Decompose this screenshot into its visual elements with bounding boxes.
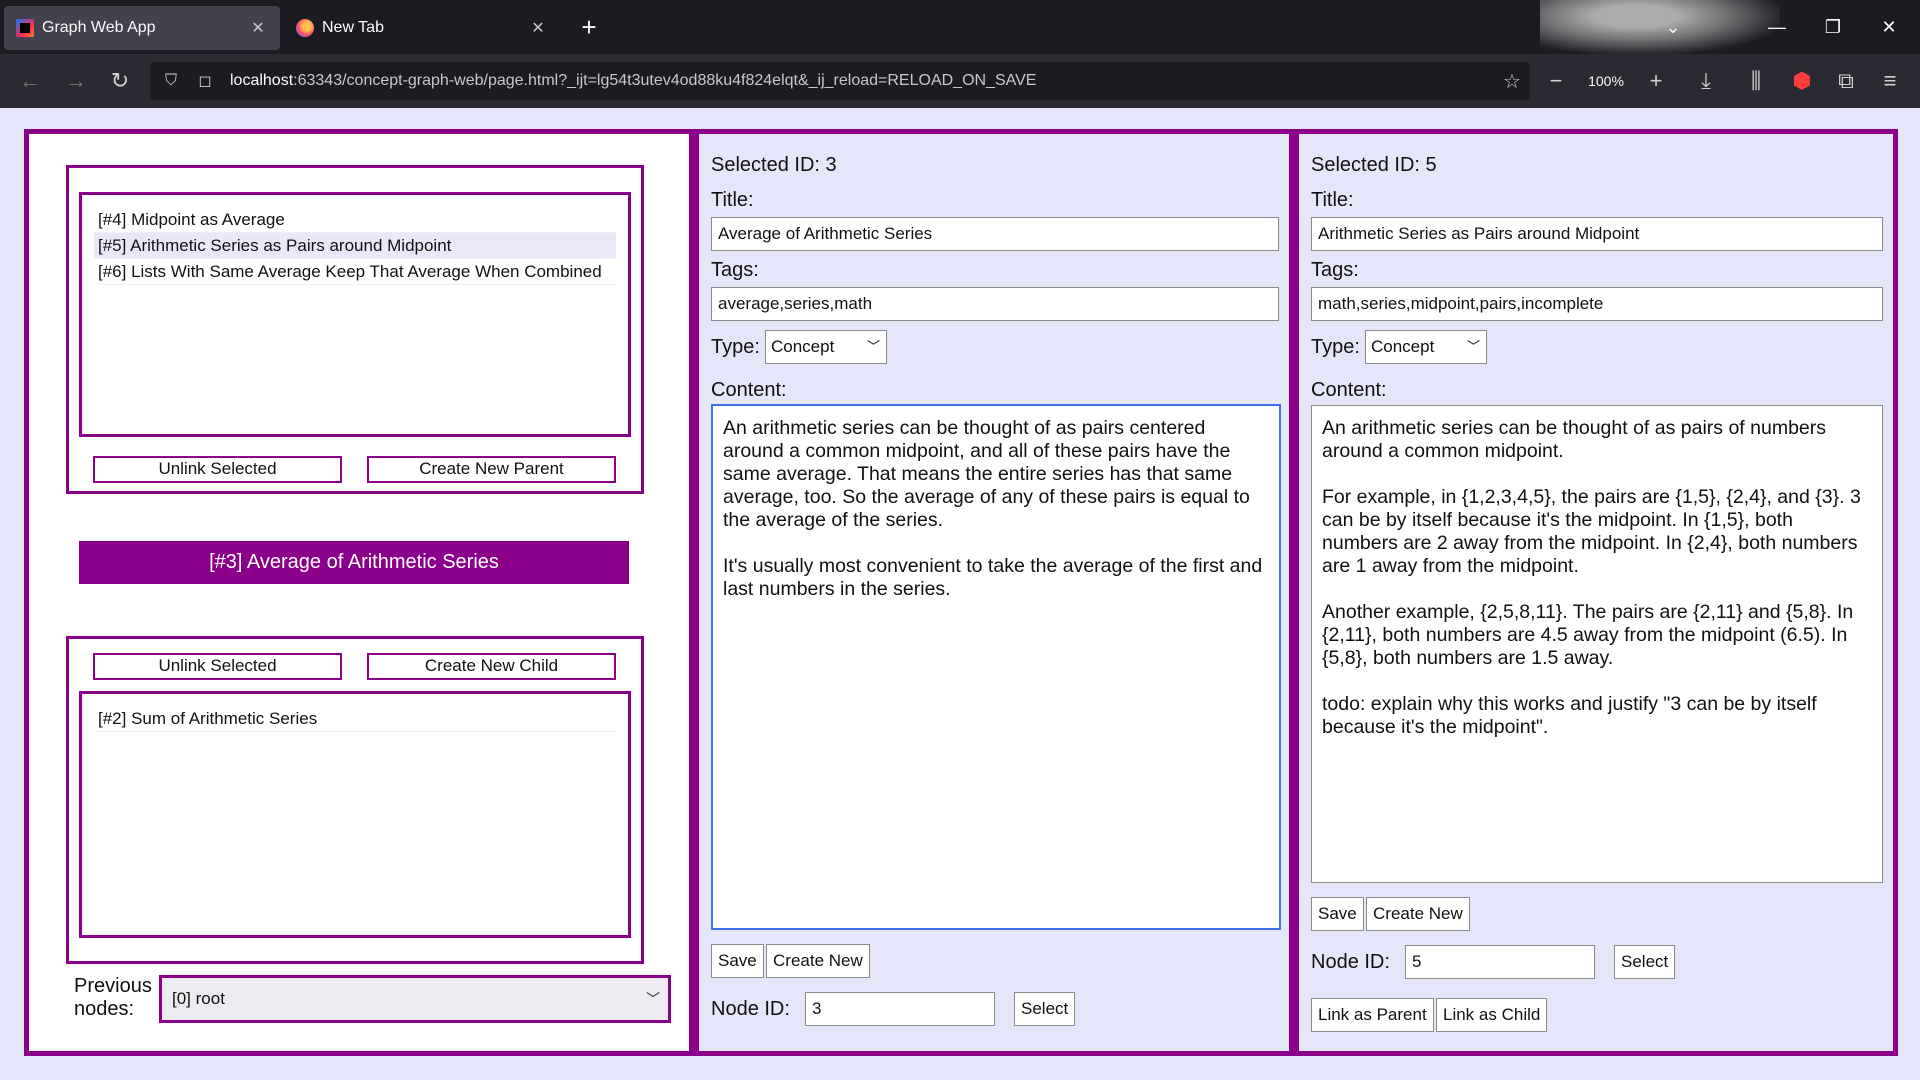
close-window-icon[interactable]: ✕	[1866, 0, 1912, 54]
zoom-in-icon[interactable]: +	[1640, 65, 1672, 97]
tags-input[interactable]: average,series,math	[711, 287, 1279, 321]
tracking-shield-icon[interactable]: ⛉	[160, 72, 182, 90]
tab-new-tab[interactable]: New Tab ✕	[284, 6, 560, 50]
intellij-favicon-icon	[16, 19, 34, 37]
content-label: Content:	[711, 379, 787, 401]
back-arrow-icon[interactable]: ←	[14, 65, 46, 97]
node-id-label: Node ID:	[1311, 951, 1390, 973]
extensions-puzzle-icon[interactable]: ⧉	[1830, 65, 1862, 97]
unlink-parent-button[interactable]: Unlink Selected	[93, 456, 342, 483]
zoom-out-icon[interactable]: −	[1540, 65, 1572, 97]
url-host: localhost	[230, 72, 294, 89]
close-tab-icon[interactable]: ✕	[248, 18, 268, 38]
tab-bar: Graph Web App ✕ New Tab ✕ + ⌄ — ❐ ✕	[0, 0, 1920, 54]
link-as-parent-button[interactable]: Link as Parent	[1311, 998, 1434, 1032]
address-bar[interactable]: ⛉ ◻ localhost:63343/concept-graph-web/pa…	[150, 62, 1530, 100]
editor-panel-selected: Selected ID: 5 Title: Arithmetic Series …	[1294, 129, 1898, 1056]
tags-label: Tags:	[711, 259, 759, 281]
link-as-child-button[interactable]: Link as Child	[1436, 998, 1548, 1032]
node-id-label: Node ID:	[711, 998, 790, 1020]
select-node-button[interactable]: Select	[1614, 945, 1676, 979]
previous-nodes-value: [0] root	[172, 989, 225, 1008]
title-label: Title:	[1311, 189, 1354, 211]
tags-input[interactable]: math,series,midpoint,pairs,incomplete	[1311, 287, 1883, 321]
save-button[interactable]: Save	[711, 944, 764, 978]
type-label: Type:	[711, 336, 760, 358]
type-select[interactable]: Concept ﹀	[1365, 330, 1487, 364]
chevron-down-icon: ﹀	[646, 991, 660, 1007]
parents-list[interactable]: [#4] Midpoint as Average [#5] Arithmetic…	[79, 192, 631, 437]
unlink-child-button[interactable]: Unlink Selected	[93, 653, 342, 680]
navigation-panel: [#4] Midpoint as Average [#5] Arithmetic…	[24, 129, 694, 1056]
minimize-window-icon[interactable]: —	[1754, 0, 1800, 54]
tab-title: Graph Web App	[42, 19, 156, 36]
list-all-tabs-chevron-icon[interactable]: ⌄	[1650, 0, 1696, 54]
bookmark-star-icon[interactable]: ☆	[1494, 69, 1530, 94]
selected-id-heading: Selected ID: 3	[711, 154, 837, 176]
type-select-value: Concept	[771, 337, 835, 356]
child-list-item[interactable]: [#2] Sum of Arithmetic Series	[94, 706, 616, 732]
type-select[interactable]: Concept ﹀	[765, 330, 887, 364]
close-tab-icon[interactable]: ✕	[528, 18, 548, 38]
library-icon[interactable]: ⫼	[1740, 65, 1772, 97]
create-new-parent-button[interactable]: Create New Parent	[367, 456, 616, 483]
ublock-origin-icon[interactable]: ⬢	[1786, 65, 1818, 97]
app-menu-hamburger-icon[interactable]: ≡	[1874, 65, 1906, 97]
select-node-button[interactable]: Select	[1014, 992, 1076, 1026]
chevron-down-icon: ﹀	[1466, 339, 1480, 354]
url-text[interactable]: localhost:63343/concept-graph-web/page.h…	[230, 72, 1494, 90]
parent-list-item[interactable]: [#4] Midpoint as Average	[94, 207, 616, 233]
forward-arrow-icon[interactable]: →	[60, 65, 92, 97]
parent-list-item[interactable]: [#6] Lists With Same Average Keep That A…	[94, 259, 616, 285]
type-label: Type:	[1311, 336, 1360, 358]
chevron-down-icon: ﹀	[866, 339, 880, 354]
content-textarea[interactable]: An arithmetic series can be thought of a…	[711, 404, 1281, 930]
title-label: Title:	[711, 189, 754, 211]
title-input[interactable]: Average of Arithmetic Series	[711, 217, 1279, 251]
tags-label: Tags:	[1311, 259, 1359, 281]
current-node-banner: [#3] Average of Arithmetic Series	[79, 541, 629, 584]
tab-title: New Tab	[322, 19, 384, 36]
restore-window-icon[interactable]: ❐	[1810, 0, 1856, 54]
children-list[interactable]: [#2] Sum of Arithmetic Series	[79, 691, 631, 938]
firefox-favicon-icon	[296, 19, 314, 37]
tab-graph-web-app[interactable]: Graph Web App ✕	[4, 6, 280, 50]
parents-section: [#4] Midpoint as Average [#5] Arithmetic…	[66, 165, 644, 494]
previous-nodes-label: Previous nodes:	[74, 975, 152, 1020]
editor-panel-current: Selected ID: 3 Title: Average of Arithme…	[694, 129, 1294, 1056]
reload-icon[interactable]: ↻	[104, 65, 136, 97]
parent-list-item-selected[interactable]: [#5] Arithmetic Series as Pairs around M…	[94, 233, 616, 259]
downloads-icon[interactable]: ⤓	[1690, 65, 1722, 97]
previous-nodes-select[interactable]: [0] root ﹀	[159, 975, 671, 1023]
create-new-button[interactable]: Create New	[766, 944, 870, 978]
type-select-value: Concept	[1371, 337, 1435, 356]
node-id-input[interactable]: 5	[1405, 945, 1595, 979]
selected-id-heading: Selected ID: 5	[1311, 154, 1437, 176]
new-tab-plus-icon[interactable]: +	[574, 12, 604, 42]
title-input[interactable]: Arithmetic Series as Pairs around Midpoi…	[1311, 217, 1883, 251]
page-info-icon[interactable]: ◻	[194, 71, 216, 91]
create-new-child-button[interactable]: Create New Child	[367, 653, 616, 680]
content-textarea[interactable]: An arithmetic series can be thought of a…	[1311, 405, 1883, 883]
children-section: Unlink Selected Create New Child [#2] Su…	[66, 636, 644, 964]
url-path: :63343/concept-graph-web/page.html?_ijt=…	[293, 72, 1037, 89]
content-label: Content:	[1311, 379, 1387, 401]
create-new-button[interactable]: Create New	[1366, 897, 1470, 931]
navigation-toolbar: ← → ↻ ⛉ ◻ localhost:63343/concept-graph-…	[0, 54, 1920, 108]
node-id-input[interactable]: 3	[805, 992, 995, 1026]
save-button[interactable]: Save	[1311, 897, 1364, 931]
zoom-level[interactable]: 100%	[1580, 67, 1632, 95]
